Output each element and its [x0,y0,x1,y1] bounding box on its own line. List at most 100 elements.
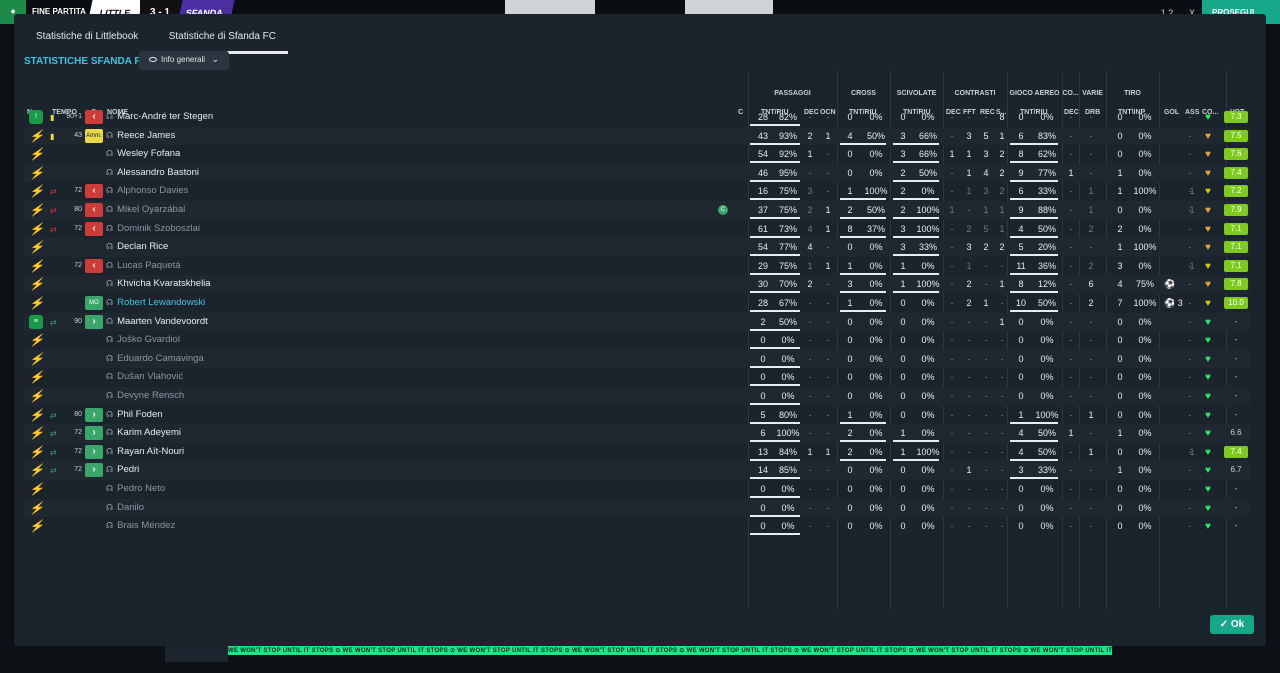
player-name-link[interactable]: ☊ Pedri [106,464,139,475]
view-dropdown[interactable]: Info generali ⌄ [139,51,229,70]
subbed-on-icon[interactable]: › [85,444,103,459]
cell-p: 0 [760,391,766,401]
bolt-icon: ⚡ [29,240,44,255]
player-name-link[interactable]: ☊ Lucas Paquetá [106,260,181,271]
cell-pocn: - [826,149,830,160]
player-name-link[interactable]: ☊ Eduardo Camavinga [106,353,204,364]
cell-t: 1 [900,260,906,271]
player-name-link[interactable]: ☊ Joško Gvardiol [106,334,180,345]
player-name: Declan Rice [117,241,169,253]
player-name-link[interactable]: ☊ Declan Rice [106,241,168,252]
ok-button[interactable]: ✓ Ok [1210,615,1254,634]
cell-drb: - [1089,353,1093,364]
table-row[interactable]: ⚡ ⇄ 72 › ☊ Karim Adeyemi 6 100% - -2 0% 1 0% - - - -4 50%… [24,424,1250,443]
table-row[interactable]: ⚡ ☊ Alessandro Bastoni 46 95% - -0 0% 2 50% -1 4 2 9 7… [24,163,1250,183]
subbed-on-icon[interactable]: › [85,407,103,422]
player-name-link[interactable]: ☊ Karim Adeyemi [106,427,181,438]
player-icon: ☊ [106,353,114,363]
player-name-link[interactable]: ☊ Rayan Aït-Nouri [106,446,184,457]
cell-c: 0 [847,335,853,346]
cell-sp: 0% [1138,205,1152,215]
cell-pocn: - [826,391,830,401]
table-row[interactable]: ⚡ ☊ Eduardo Camavinga 0 0% - - 0 0% 0 0% - - - - 0 0% - - 0… [24,349,1250,369]
table-row[interactable]: ⚡ ☊ Joško Gvardiol 0 0% - - 0 0% 0 0% - - - - 0 0% - - 0 0% -… [24,331,1250,350]
table-row[interactable]: ⚡ ⇄ 72 › ☊ Rayan Aït-Nouri 13 84% 1 1 2 0% 1 100% - - - -… [24,443,1250,462]
cell-pdec: - [808,465,812,476]
table-row[interactable]: ⚡ ☊ Wesley Fofana 54 92% 1-0 0% 3 66% 1 1 3 2 8 62% - -0… [24,145,1250,164]
subbed-off-icon[interactable]: ‹ [85,110,103,124]
player-rating: 7.1 [1224,241,1248,254]
table-row[interactable]: ⚡ ☊ Pedro Neto 0 0% - - 0 0% 0 0% - - - - 0 0% - - 0 0% - ♥ - [24,480,1250,499]
table-row[interactable]: ⚡ ⇄ 80 › ☊ Phil Foden 5 80% - -1 0% 0 0% - - - -1 100% -1 0… [24,406,1250,425]
player-name-link[interactable]: ☊ Marc-André ter Stegen [106,111,213,122]
player-name-link[interactable]: ☊ Dominik Szoboszlai [106,223,200,234]
subbed-on-icon[interactable]: › [85,426,103,441]
player-name-link[interactable]: ☊ Reece James [106,130,175,141]
table-row[interactable]: ⚡ ▮ 43 Amm. ☊ Reece James 43 93% 2 1 4 50% 3 66% -3 5 1 6… [24,126,1250,146]
player-name: Khvicha Kvaratskhelia [117,278,211,290]
player-name-link[interactable]: ☊ Wesley Fofana [106,148,180,159]
subbed-on-icon[interactable]: › [85,463,103,478]
player-name: Eduardo Camavinga [117,352,204,364]
cell-s: 1 [1117,186,1123,197]
table-row[interactable]: ⚡ ☊ Devyne Rensch 0 0% - - 0 0% 0 0% - - - - 0 0% - - 0 0% - ♥… [24,387,1250,406]
table-row[interactable]: ⚡ ☊ Khvicha Kvaratskhelia 30 70% 2-3 0% 1 100% -2… [24,275,1250,294]
cell-tp: 0% [921,521,935,532]
table-row[interactable]: ⚡ ☊ Brais Méndez 0 0% - - 0 0% 0 0% - - - - 0 0% - - 0 0% - ♥ - [24,517,1250,536]
cell-cfft: 1 [966,149,972,160]
player-rating: 6.7 [1230,465,1242,475]
bolt-icon: ⚡ [29,407,44,422]
background-panel [505,0,595,14]
table-row[interactable]: ⚡ 72 ‹ ☊ Lucas Paquetá 29 75% 1 1 1 0% 1 0% -1- -11 36%… [24,257,1250,276]
table-row[interactable]: ⚡ ⇄ 72 ‹ ☊ Dominik Szoboszlai 61 73% 4 1 8 37% 3 100%… [24,220,1250,239]
minute-label: 72 [74,466,82,474]
player-name: Robert Lewandowski [117,297,206,308]
subbed-on-icon[interactable]: › [85,314,103,329]
player-name-link[interactable]: ☊ Alphonso Davies [106,185,188,196]
player-name-link[interactable]: ☊ Danilo [106,502,144,513]
cell-a: 6 [1018,130,1024,141]
subbed-off-icon[interactable]: ‹ [85,203,103,217]
player-name-link[interactable]: ☊ Pedro Neto [106,483,165,494]
substitution-icon: ⇄ [50,224,57,234]
player-name-link[interactable]: ☊ Mikel Oyarzábal [106,204,185,215]
player-name-link[interactable]: ☊ Maarten Vandevoordt [106,316,208,327]
table-row[interactable]: ⚡ ☊ Declan Rice 54 77% 4-0 0% 3 33% -3 2 2 5 20% - -1 10… [24,238,1250,257]
cell-crec: - [984,409,988,420]
cell-codec: - [1069,521,1073,532]
player-name-link[interactable]: ☊ Brais Méndez [106,520,175,531]
table-row[interactable]: ⚡ ☊ Dušan Vlahović 0 0% - - 0 0% 0 0% - - - - 0 0% - - 0 0% -… [24,368,1250,387]
subbed-off-icon[interactable]: ‹ [85,184,103,199]
cell-pdec: - [808,521,812,532]
player-name-link[interactable]: ☊ Dušan Vlahović [106,371,183,382]
player-icon: ☊ [106,149,114,159]
table-row[interactable]: ⚡ MO ☊ Robert Lewandowski 28 67% - - 1 0% 0 0% - 2 1 - 1… [24,294,1250,313]
morale-heart-icon: ♥ [1205,409,1211,421]
player-name-link[interactable]: ☊ Robert Lewandowski [106,297,205,308]
cell-cdec: - [950,409,954,420]
table-row[interactable]: ! ▮ 90+1 ‹ ☊ Marc-André ter Stegen 28 82% - - 0 0% 0… [24,108,1250,127]
cell-cdec: - [950,502,954,513]
cell-cfft: 1 [966,186,972,197]
cell-sp: 0% [1138,372,1152,383]
table-row[interactable]: ⚡ ⇄ 72 ‹ ☊ Alphonso Davies 16 75% 3-1 100% 2 0% -1 3 2… [24,182,1250,201]
player-rating: 7.1 [1224,222,1248,235]
column-group-header: TIRO [1124,90,1141,97]
subbed-off-icon[interactable]: ‹ [85,221,103,236]
player-name-link[interactable]: ☊ Khvicha Kvaratskhelia [106,278,211,289]
player-name-link[interactable]: ☊ Alessandro Bastoni [106,167,199,178]
player-name-link[interactable]: ☊ Devyne Rensch [106,390,184,401]
subbed-off-icon[interactable]: ‹ [85,258,103,273]
table-row[interactable]: ⚡ ☊ Danilo 0 0% - - 0 0% 0 0% - - - - 0 0% - - 0 0% - ♥ - [24,498,1250,518]
cell-pocn: - [826,167,830,178]
table-row[interactable]: ⚡ ⇄ 72 › ☊ Pedri 14 85% - -0 0% 0 0% -1- -3 33% - -1 0% - ♥ 6… [24,461,1250,480]
table-row[interactable]: ⚡ ⇄ 80 ‹ ☊ Mikel Oyarzábal C 37 75% 2 1 2 50% 2 100% 1-… [24,201,1250,220]
player-icon: ☊ [106,130,114,140]
table-row[interactable]: ≡ ⇄ 90 › ☊ Maarten Vandevoordt 2 50% - -0 0% 0 0% - - -… [24,312,1250,332]
player-name-link[interactable]: ☊ Phil Foden [106,409,163,420]
cell-cdec: - [950,298,954,308]
player-name: Karim Adeyemi [117,427,181,439]
cell-t: 0 [900,465,906,476]
tab-littlebook-stats[interactable]: Statistiche di Littlebook [24,26,150,51]
tab-sfanda-stats[interactable]: Statistiche di Sfanda FC [156,26,289,54]
